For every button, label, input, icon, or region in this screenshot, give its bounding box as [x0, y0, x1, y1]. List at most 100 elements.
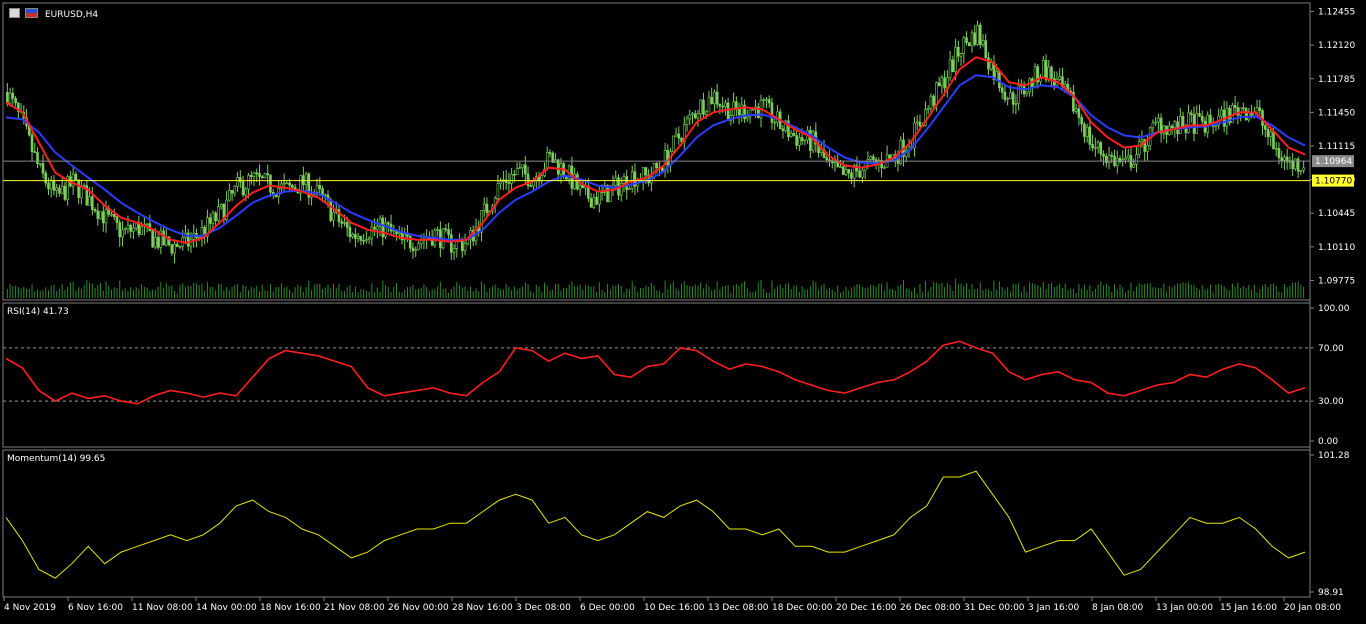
candle-body [792, 133, 796, 136]
candle-body [987, 57, 990, 70]
price-series [3, 20, 1310, 264]
candle-body [1291, 160, 1294, 170]
candle-body [1110, 154, 1114, 157]
candle-body [850, 172, 853, 179]
candle-body [1258, 107, 1262, 112]
candle-body [962, 37, 966, 54]
candle-body [77, 179, 80, 198]
candle-body [737, 109, 741, 116]
candle-body [178, 245, 182, 248]
candle-body [718, 103, 722, 107]
candle-body [359, 235, 363, 241]
chart-canvas[interactable]: 1.12455 1.12120 1.11785 1.11450 1.11115 1.107… [0, 0, 1366, 620]
momentum-series [5, 470, 1306, 579]
candle-body [614, 177, 618, 186]
candle-body [515, 168, 519, 175]
candle-body [354, 233, 357, 239]
mt4-chart-window[interactable]: 1.12455 1.12120 1.11785 1.11450 1.11115 1.107… [0, 0, 1366, 620]
candle-body [236, 177, 239, 187]
candle-body [677, 133, 681, 139]
candle-body [578, 185, 582, 190]
time-tick-label: 13 Jan 00:00 [1156, 603, 1213, 613]
candle-body [1063, 83, 1067, 87]
candle-body [365, 239, 368, 242]
candle-body [140, 225, 143, 235]
candle-body [940, 77, 944, 86]
candle-body [740, 104, 744, 116]
time-tick-label: 3 Jan 16:00 [1028, 603, 1080, 613]
candle-body [387, 222, 390, 225]
candle-body [112, 214, 116, 218]
candle-body [976, 24, 979, 45]
candle-body [704, 111, 708, 115]
candle-body [713, 91, 716, 104]
current-price-label: 1.10964 [1315, 157, 1352, 167]
candle-body [998, 70, 1001, 89]
candle-body [370, 226, 374, 239]
candle-body [622, 176, 626, 184]
candle-body [362, 240, 365, 242]
candle-body [55, 187, 58, 191]
candle-body [1083, 123, 1086, 137]
candle-body [288, 182, 291, 186]
candle-body [674, 133, 678, 137]
candle-body [1006, 98, 1009, 100]
candle-body [581, 185, 585, 189]
candle-body [937, 82, 941, 86]
candle-body [88, 196, 91, 206]
time-tick-label: 3 Dec 08:00 [516, 603, 571, 613]
candle-body [1151, 122, 1155, 129]
candle-body [367, 237, 371, 240]
candle-body [1299, 170, 1303, 172]
candle-body [137, 222, 141, 235]
candle-body [858, 170, 861, 178]
candle-body [1272, 131, 1275, 150]
candle-body [132, 227, 135, 232]
price-tick-label: 1.09775 [1318, 276, 1355, 286]
candle-body [595, 196, 598, 205]
time-tick-label: 8 Jan 08:00 [1092, 603, 1144, 613]
candle-body [1154, 121, 1157, 124]
candle-body [954, 46, 957, 72]
candle-body [44, 172, 48, 184]
candle-body [170, 244, 174, 254]
candle-body [33, 151, 37, 153]
candle-body [661, 167, 664, 172]
candle-body [49, 180, 53, 190]
time-tick-label: 6 Nov 16:00 [68, 603, 123, 613]
time-tick-label: 10 Dec 16:00 [644, 603, 705, 613]
candle-body [175, 243, 179, 248]
candle-body [351, 233, 354, 238]
candle-body [1044, 60, 1048, 81]
candle-body [1294, 158, 1297, 170]
candle-body [258, 173, 261, 177]
candle-body [121, 229, 124, 238]
candle-body [496, 183, 500, 199]
candle-body [38, 163, 42, 165]
candle-body [1033, 66, 1037, 88]
candle-body [263, 173, 267, 179]
rsi-tick-label: 70.00 [1318, 344, 1344, 354]
candle-body [800, 137, 804, 141]
candle-body [118, 222, 122, 238]
candle-body [507, 182, 511, 184]
time-tick-label: 20 Dec 16:00 [836, 603, 897, 613]
candle-body [36, 152, 39, 165]
candle-body [943, 77, 946, 89]
candle-body [1187, 112, 1190, 133]
candle-body [685, 118, 689, 125]
price-tick-label: 1.11115 [1318, 142, 1355, 152]
candle-body [869, 156, 872, 160]
candle-body [340, 221, 344, 224]
candle-body [691, 113, 694, 116]
candle-body [14, 98, 17, 104]
candle-body [959, 53, 963, 57]
ask-price-label: 1.10770 [1315, 177, 1352, 187]
candle-body [260, 176, 264, 179]
candle-body [1192, 114, 1196, 134]
candle-body [932, 95, 935, 106]
candle-body [321, 188, 324, 196]
time-tick-label: 15 Jan 16:00 [1220, 603, 1277, 613]
candle-body [482, 203, 486, 211]
candle-body [323, 194, 327, 197]
